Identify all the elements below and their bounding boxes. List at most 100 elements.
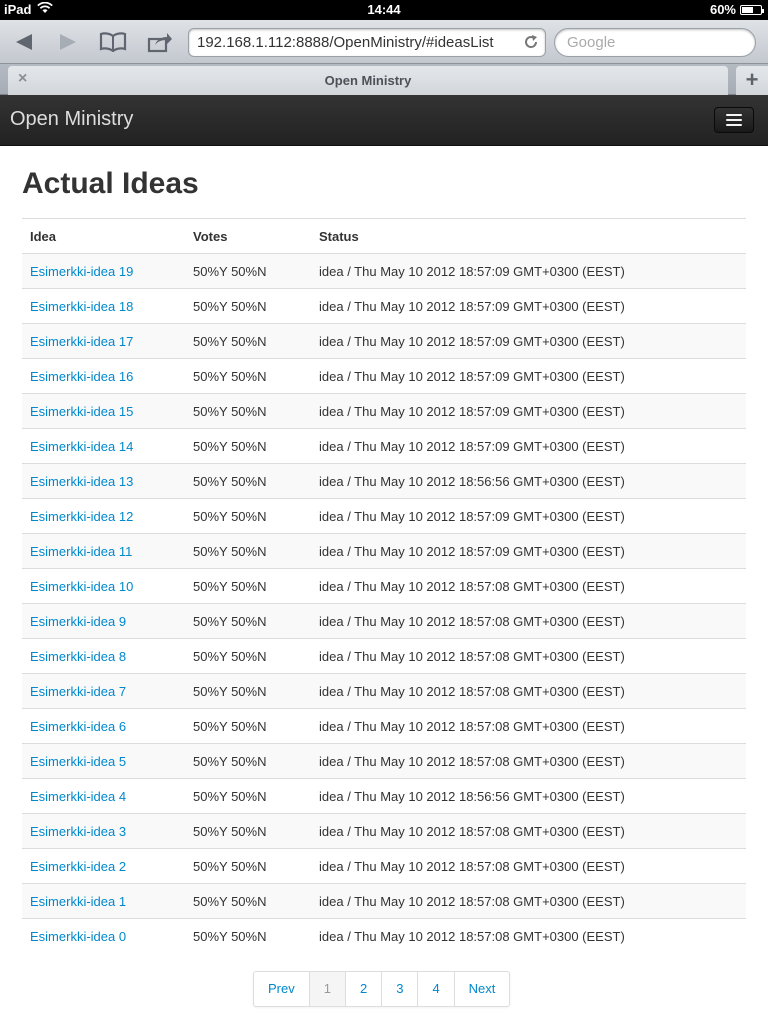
table-row: Esimerkki-idea 6 50%Y 50%N idea / Thu May … <box>22 708 746 744</box>
idea-link[interactable]: Esimerkki-idea 6 <box>30 719 126 734</box>
page-link-2[interactable]: 2 <box>344 972 381 1006</box>
votes-cell: 50%Y 50%N <box>185 603 311 639</box>
idea-cell: Esimerkki-idea 4 <box>22 778 185 814</box>
idea-link[interactable]: Esimerkki-idea 0 <box>30 929 126 944</box>
table-row: Esimerkki-idea 2 50%Y 50%N idea / Thu May … <box>22 848 746 884</box>
votes-cell: 50%Y 50%N <box>185 743 311 779</box>
tab-open-ministry[interactable]: × Open Ministry <box>8 66 728 95</box>
new-tab-button[interactable]: + <box>736 66 768 95</box>
votes-cell: 50%Y 50%N <box>185 393 311 429</box>
table-row: Esimerkki-idea 10 50%Y 50%N idea / Thu May… <box>22 568 746 604</box>
hamburger-icon-bar <box>726 114 742 116</box>
votes-cell: 50%Y 50%N <box>185 463 311 499</box>
status-cell: idea / Thu May 10 2012 18:57:08 GMT+0300… <box>311 673 746 709</box>
idea-cell: Esimerkki-idea 3 <box>22 813 185 849</box>
back-button[interactable] <box>8 27 40 57</box>
votes-cell: 50%Y 50%N <box>185 358 311 394</box>
idea-cell: Esimerkki-idea 2 <box>22 848 185 884</box>
idea-link[interactable]: Esimerkki-idea 15 <box>30 404 133 419</box>
idea-link[interactable]: Esimerkki-idea 3 <box>30 824 126 839</box>
status-cell: idea / Thu May 10 2012 18:57:08 GMT+0300… <box>311 743 746 779</box>
url-input[interactable]: 192.168.1.112:8888/OpenMinistry/#ideasLi… <box>188 28 546 57</box>
share-button[interactable] <box>144 27 176 57</box>
search-input[interactable]: Google <box>554 28 756 57</box>
idea-cell: Esimerkki-idea 15 <box>22 393 185 429</box>
tab-bar: × Open Ministry + <box>0 64 768 95</box>
status-cell: idea / Thu May 10 2012 18:57:09 GMT+0300… <box>311 253 746 289</box>
page-link-4[interactable]: 4 <box>417 972 453 1006</box>
hamburger-icon-bar <box>726 124 742 126</box>
status-cell: idea / Thu May 10 2012 18:57:09 GMT+0300… <box>311 533 746 569</box>
brand-link[interactable]: Open Ministry <box>10 108 133 131</box>
bookmarks-button[interactable] <box>97 27 129 57</box>
idea-link[interactable]: Esimerkki-idea 12 <box>30 509 133 524</box>
forward-button[interactable] <box>52 27 84 57</box>
status-cell: idea / Thu May 10 2012 18:56:56 GMT+0300… <box>311 463 746 499</box>
battery-percent: 60% <box>709 2 736 17</box>
status-cell: idea / Thu May 10 2012 18:57:09 GMT+0300… <box>311 288 746 324</box>
votes-cell: 50%Y 50%N <box>185 253 311 289</box>
page-link-1[interactable]: 1 <box>308 972 345 1006</box>
navbar: Open Ministry <box>0 95 768 146</box>
idea-link[interactable]: Esimerkki-idea 1 <box>30 894 126 909</box>
table-row: Esimerkki-idea 8 50%Y 50%N idea / Thu May … <box>22 638 746 674</box>
browser-toolbar: 192.168.1.112:8888/OpenMinistry/#ideasLi… <box>0 20 768 64</box>
idea-link[interactable]: Esimerkki-idea 16 <box>30 369 133 384</box>
idea-link[interactable]: Esimerkki-idea 2 <box>30 859 126 874</box>
status-cell: idea / Thu May 10 2012 18:57:08 GMT+0300… <box>311 848 746 884</box>
table-row: Esimerkki-idea 12 50%Y 50%N idea / Thu May… <box>22 498 746 534</box>
table-row: Esimerkki-idea 11 50%Y 50%N idea / Thu May… <box>22 533 746 569</box>
idea-link[interactable]: Esimerkki-idea 11 <box>30 544 132 559</box>
idea-cell: Esimerkki-idea 9 <box>22 603 185 639</box>
status-cell: idea / Thu May 10 2012 18:57:09 GMT+0300… <box>311 358 746 394</box>
idea-cell: Esimerkki-idea 1 <box>22 883 185 919</box>
idea-cell: Esimerkki-idea 11 <box>22 533 185 569</box>
idea-link[interactable]: Esimerkki-idea 17 <box>30 334 133 349</box>
table-row: Esimerkki-idea 17 50%Y 50%N idea / Thu May… <box>22 323 746 359</box>
idea-link[interactable]: Esimerkki-idea 18 <box>30 299 133 314</box>
idea-cell: Esimerkki-idea 17 <box>22 323 185 359</box>
pagination: Prev 1 2 3 4 Next <box>253 971 511 1007</box>
idea-link[interactable]: Esimerkki-idea 5 <box>30 754 126 769</box>
url-text: 192.168.1.112:8888/OpenMinistry/#ideasLi… <box>197 34 494 51</box>
status-cell: idea / Thu May 10 2012 18:57:08 GMT+0300… <box>311 813 746 849</box>
forward-arrow-icon <box>60 34 76 50</box>
next-page-link[interactable]: Next <box>453 972 510 1006</box>
table-row: Esimerkki-idea 13 50%Y 50%N idea / Thu May… <box>22 463 746 499</box>
votes-cell: 50%Y 50%N <box>185 428 311 464</box>
table-row: Esimerkki-idea 19 50%Y 50%N idea / Thu May… <box>22 253 746 289</box>
column-header-votes: Votes <box>185 218 311 254</box>
page-link-3[interactable]: 3 <box>381 972 417 1006</box>
idea-cell: Esimerkki-idea 5 <box>22 743 185 779</box>
idea-cell: Esimerkki-idea 10 <box>22 568 185 604</box>
votes-cell: 50%Y 50%N <box>185 568 311 604</box>
idea-link[interactable]: Esimerkki-idea 14 <box>30 439 133 454</box>
plus-icon: + <box>745 67 759 92</box>
status-cell: idea / Thu May 10 2012 18:57:08 GMT+0300… <box>311 883 746 919</box>
battery-icon <box>740 4 764 15</box>
table-row: Esimerkki-idea 9 50%Y 50%N idea / Thu May … <box>22 603 746 639</box>
table-row: Esimerkki-idea 5 50%Y 50%N idea / Thu May … <box>22 743 746 779</box>
status-cell: idea / Thu May 10 2012 18:57:08 GMT+0300… <box>311 638 746 674</box>
idea-link[interactable]: Esimerkki-idea 10 <box>30 579 133 594</box>
votes-cell: 50%Y 50%N <box>185 883 311 919</box>
table-row: Esimerkki-idea 4 50%Y 50%N idea / Thu May … <box>22 778 746 814</box>
idea-cell: Esimerkki-idea 16 <box>22 358 185 394</box>
idea-link[interactable]: Esimerkki-idea 19 <box>30 264 133 279</box>
votes-cell: 50%Y 50%N <box>185 918 311 954</box>
back-arrow-icon <box>16 34 32 50</box>
status-cell: idea / Thu May 10 2012 18:57:09 GMT+0300… <box>311 323 746 359</box>
votes-cell: 50%Y 50%N <box>185 288 311 324</box>
idea-cell: Esimerkki-idea 6 <box>22 708 185 744</box>
idea-link[interactable]: Esimerkki-idea 8 <box>30 649 126 664</box>
page-title: Actual Ideas <box>22 167 199 200</box>
idea-link[interactable]: Esimerkki-idea 7 <box>30 684 126 699</box>
reload-icon[interactable] <box>523 34 539 54</box>
idea-link[interactable]: Esimerkki-idea 4 <box>30 789 126 804</box>
prev-page-link[interactable]: Prev <box>254 972 309 1006</box>
idea-link[interactable]: Esimerkki-idea 9 <box>30 614 126 629</box>
menu-toggle-button[interactable] <box>714 107 754 133</box>
votes-cell: 50%Y 50%N <box>185 533 311 569</box>
idea-cell: Esimerkki-idea 8 <box>22 638 185 674</box>
idea-link[interactable]: Esimerkki-idea 13 <box>30 474 133 489</box>
